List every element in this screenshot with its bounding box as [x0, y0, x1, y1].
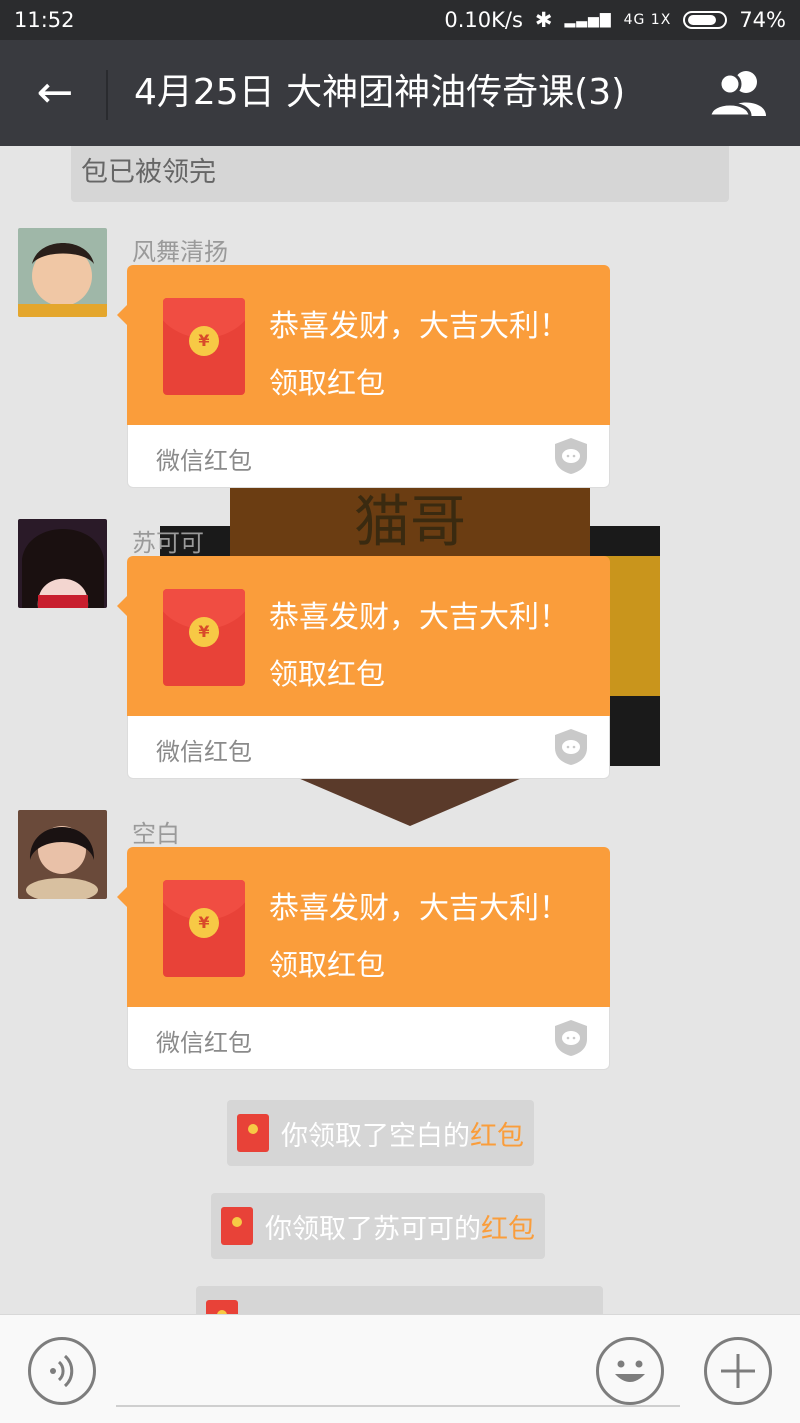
red-envelope-icon: ¥ — [163, 589, 245, 686]
avatar[interactable] — [18, 810, 107, 899]
red-packet-body: ¥ 恭喜发财，大吉大利！ 领取红包 — [127, 556, 610, 716]
red-envelope-icon: ¥ — [163, 298, 245, 395]
system-notice-partial — [196, 1286, 603, 1314]
chat-title: 4月25日 大神团神油传奇课(3) — [134, 72, 626, 113]
voice-button[interactable] — [28, 1337, 96, 1405]
status-time: 11:52 — [14, 8, 75, 32]
message-item: 空白 ¥ 恭喜发财，大吉大利！ 领取红包 微信红包 — [0, 810, 800, 1110]
system-notice: 你领取了空白的 红包 — [227, 1100, 534, 1166]
plus-icon — [721, 1354, 755, 1388]
red-packet-link[interactable]: 红包 — [470, 1114, 524, 1153]
bubble-tail — [117, 305, 127, 325]
voice-icon — [50, 1354, 74, 1388]
red-packet-footer: 微信红包 — [127, 425, 610, 488]
group-members-button[interactable] — [706, 68, 772, 118]
wechat-shield-icon — [555, 438, 587, 474]
bluetooth-icon: ✱ — [534, 8, 553, 32]
more-button[interactable] — [704, 1337, 772, 1405]
header-divider — [106, 70, 108, 120]
battery-icon — [683, 11, 728, 29]
network-type: 4G 1X — [623, 12, 672, 28]
red-packet-body: ¥ 恭喜发财，大吉大利！ 领取红包 — [127, 847, 610, 1007]
signal-icon: ▂▃▅▇ — [564, 12, 612, 28]
bubble-tail — [117, 596, 127, 616]
red-packet-greeting: 恭喜发财，大吉大利！ — [269, 891, 569, 926]
network-speed: 0.10K/s — [444, 8, 523, 32]
status-right: 0.10K/s ✱ ▂▃▅▇ 4G 1X 74% — [444, 8, 786, 32]
red-packet-bubble[interactable]: ¥ 恭喜发财，大吉大利！ 领取红包 微信红包 — [117, 556, 610, 779]
status-bar: 11:52 0.10K/s ✱ ▂▃▅▇ 4G 1X 74% — [0, 0, 800, 40]
previous-notice: 包已被领完 — [71, 146, 729, 202]
red-packet-claim-label: 领取红包 — [269, 657, 386, 691]
message-item: 苏可可 ¥ 恭喜发财，大吉大利！ 领取红包 微信红包 — [0, 519, 800, 819]
red-packet-footer: 微信红包 — [127, 716, 610, 779]
chat-header: ← 4月25日 大神团神油传奇课(3) — [0, 40, 800, 146]
input-bar — [0, 1314, 800, 1423]
red-packet-claim-label: 领取红包 — [269, 366, 386, 400]
sender-name: 空白 — [132, 820, 180, 848]
mini-red-envelope-icon — [237, 1114, 269, 1152]
wechat-red-packet-label: 微信红包 — [156, 447, 252, 475]
red-packet-link[interactable]: 红包 — [481, 1207, 535, 1246]
group-members-icon — [708, 71, 766, 118]
red-packet-greeting: 恭喜发财，大吉大利！ — [269, 309, 569, 344]
red-packet-bubble[interactable]: ¥ 恭喜发财，大吉大利！ 领取红包 微信红包 — [117, 847, 610, 1070]
mini-red-envelope-icon — [221, 1207, 253, 1245]
mini-red-envelope-icon — [206, 1300, 238, 1314]
message-item: 风舞清扬 ¥ 恭喜发财，大吉大利！ 领取红包 微信红包 — [0, 228, 800, 528]
avatar[interactable] — [18, 519, 107, 608]
red-packet-footer: 微信红包 — [127, 1007, 610, 1070]
yuan-coin-icon: ¥ — [189, 617, 219, 647]
red-packet-body: ¥ 恭喜发财，大吉大利！ 领取红包 — [127, 265, 610, 425]
back-button[interactable]: ← — [30, 70, 80, 116]
emoji-button[interactable] — [596, 1337, 664, 1405]
bubble-tail — [117, 887, 127, 907]
chat-area[interactable]: 猫哥 包已被领完 风舞清扬 ¥ 恭喜发财，大吉大利！ 领取红包 微信红包 苏可可 — [0, 146, 800, 1314]
system-notice-text: 你领取了空白的 — [281, 1120, 470, 1152]
sender-name: 苏可可 — [132, 529, 204, 557]
system-notice: 你领取了苏可可的 红包 — [211, 1193, 545, 1259]
wechat-red-packet-label: 微信红包 — [156, 738, 252, 766]
wechat-shield-icon — [555, 729, 587, 765]
yuan-coin-icon: ¥ — [189, 326, 219, 356]
wechat-red-packet-label: 微信红包 — [156, 1029, 252, 1057]
battery-level: 74% — [739, 8, 786, 32]
red-packet-bubble[interactable]: ¥ 恭喜发财，大吉大利！ 领取红包 微信红包 — [117, 265, 610, 488]
wechat-shield-icon — [555, 1020, 587, 1056]
yuan-coin-icon: ¥ — [189, 908, 219, 938]
system-notice-text: 你领取了苏可可的 — [265, 1213, 481, 1245]
red-envelope-icon: ¥ — [163, 880, 245, 977]
sender-name: 风舞清扬 — [132, 238, 228, 266]
red-packet-greeting: 恭喜发财，大吉大利！ — [269, 600, 569, 635]
emoji-icon — [615, 1360, 645, 1382]
avatar[interactable] — [18, 228, 107, 317]
red-packet-claim-label: 领取红包 — [269, 948, 386, 982]
